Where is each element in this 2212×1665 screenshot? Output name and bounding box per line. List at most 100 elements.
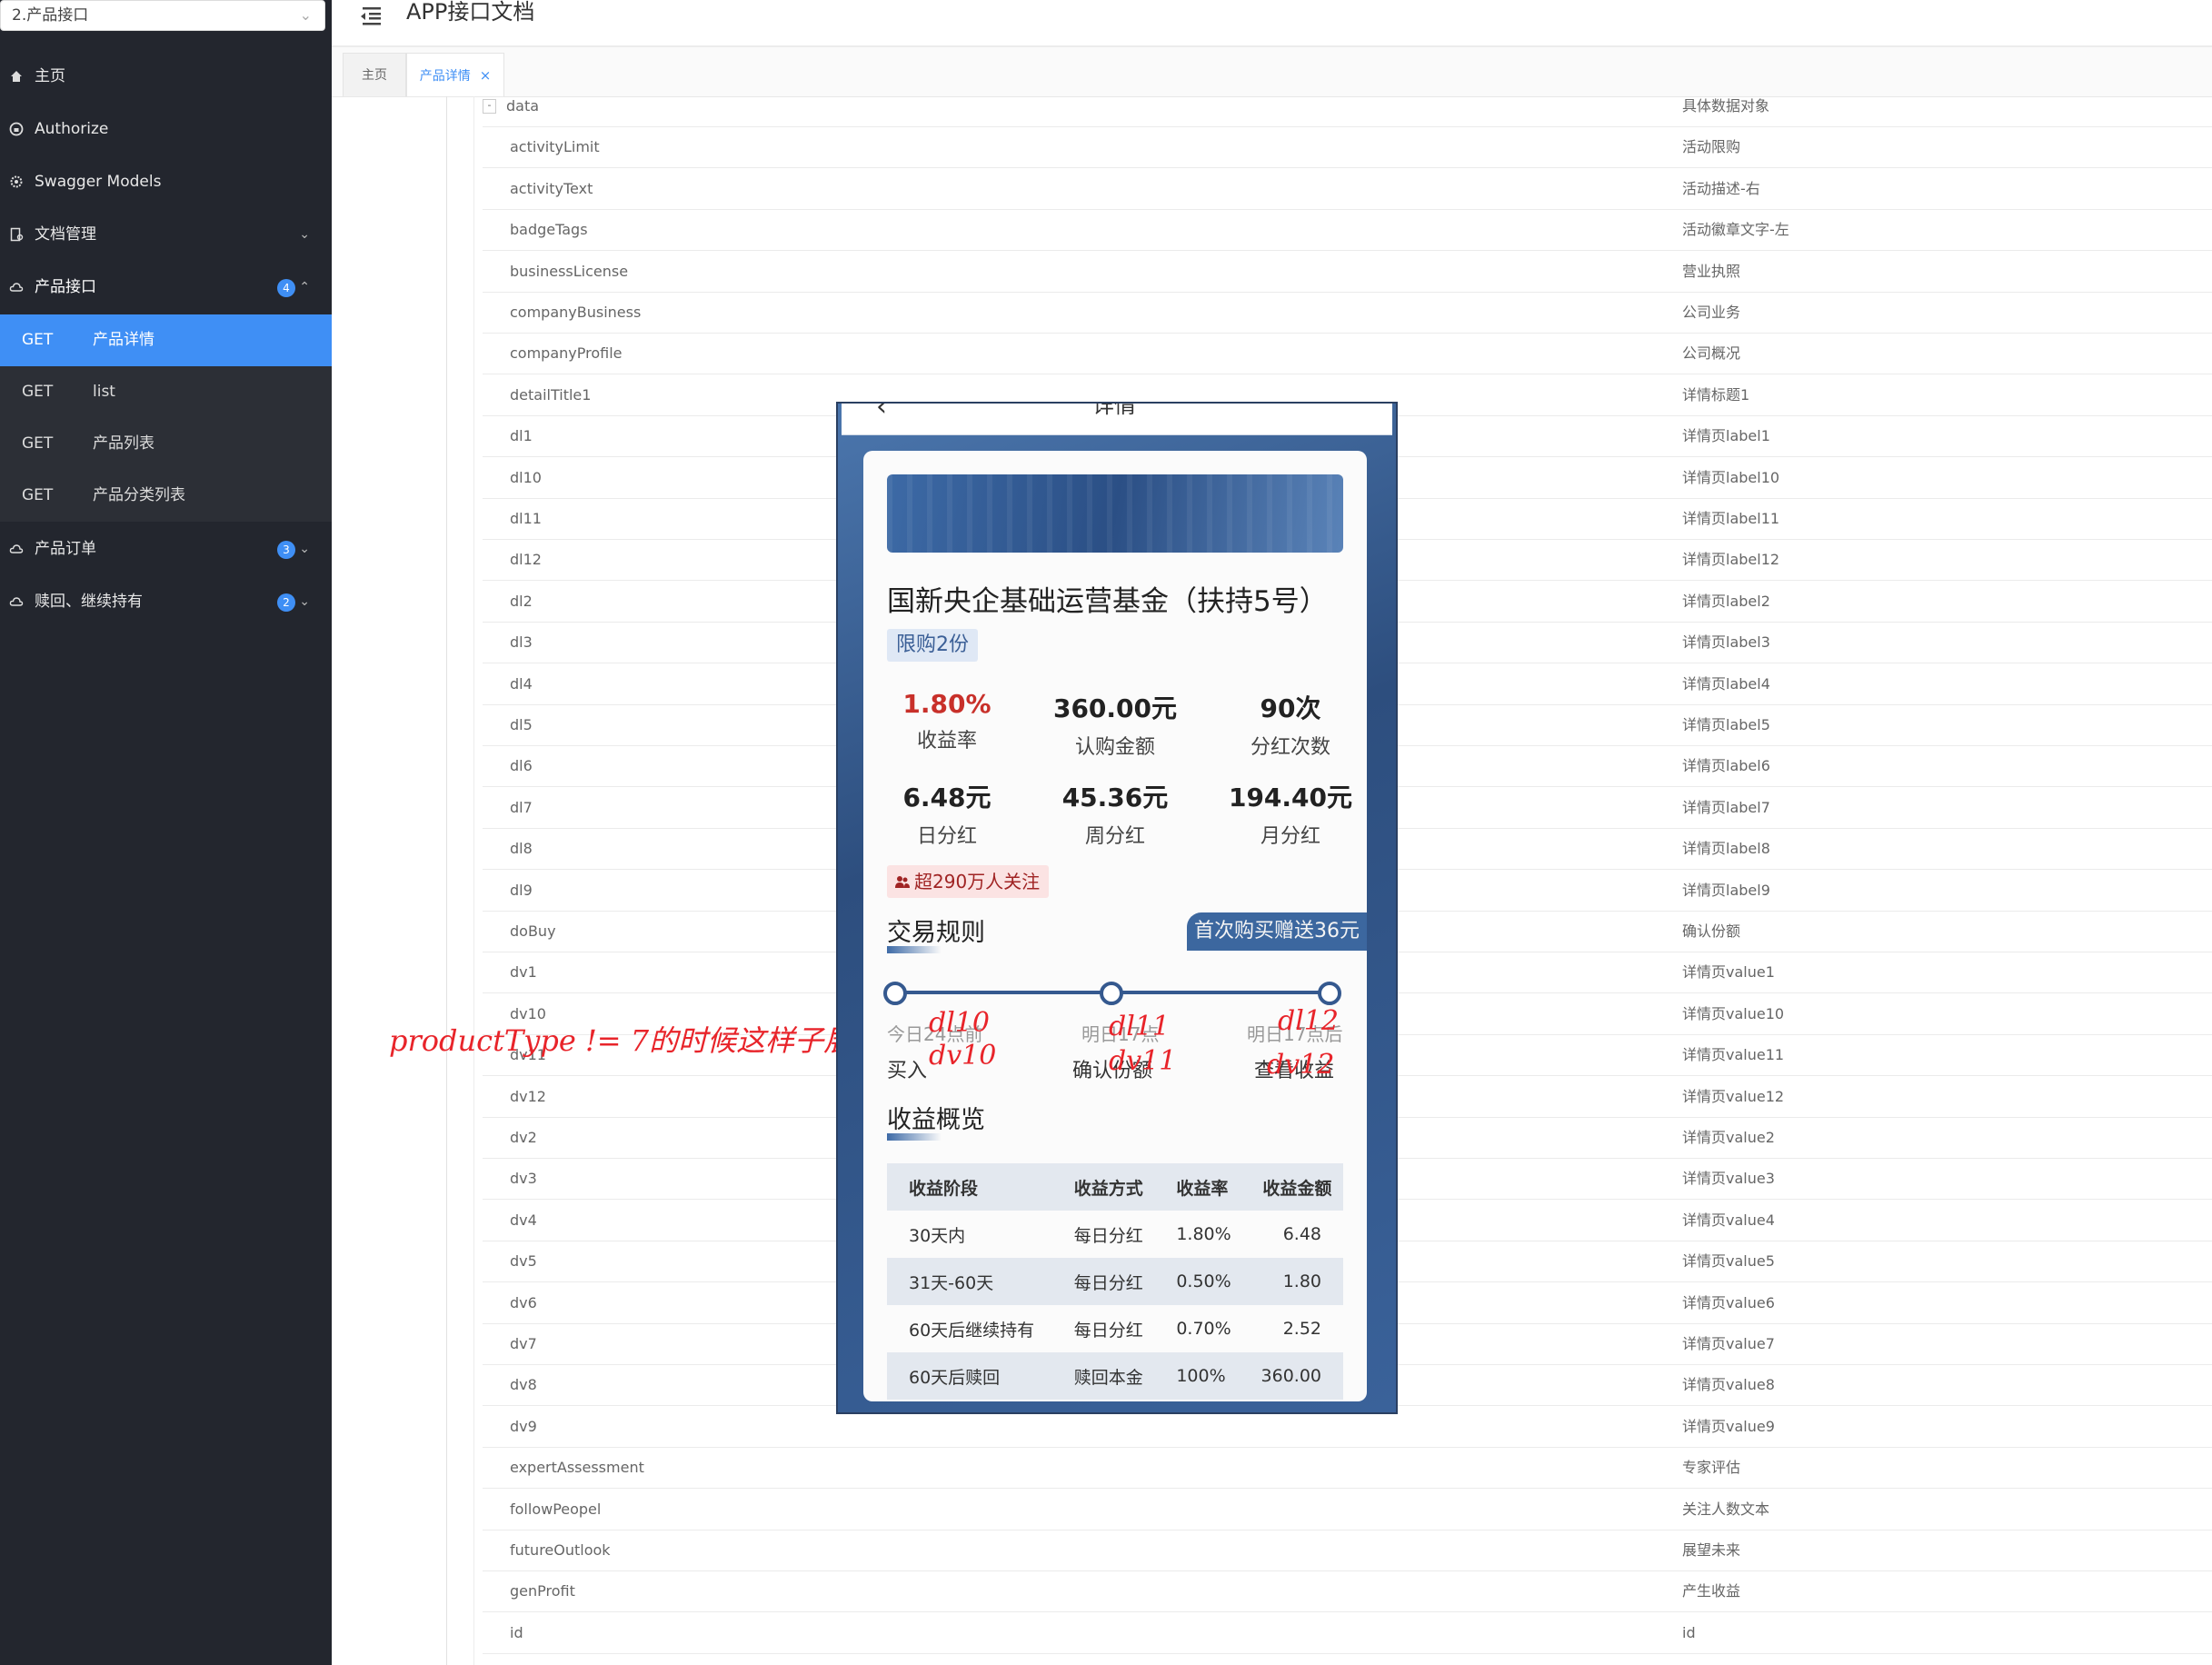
param-description: 详情页value1: [1682, 963, 1775, 982]
chevron-down-icon: ⌄: [299, 227, 310, 242]
tree-guide-line: [473, 96, 474, 1665]
income-header-row: 收益阶段 收益方式 收益率 收益金额: [887, 1163, 1343, 1211]
param-name: activityText: [510, 179, 593, 197]
income-row: 31天-60天 每日分红 0.50% 1.80: [887, 1258, 1343, 1305]
income-cell: 0.50%: [1154, 1258, 1241, 1305]
income-cell: 每日分红: [1073, 1320, 1143, 1341]
phone-title: 详情: [1092, 404, 1136, 418]
param-description: 产生收益: [1682, 1582, 1741, 1600]
param-name: followPeopel: [510, 1500, 602, 1518]
param-description: 详情页label11: [1682, 510, 1780, 527]
param-description: 详情页value9: [1682, 1417, 1775, 1435]
stat-value: 90次: [1260, 693, 1321, 723]
param-name: detailTitle1: [510, 385, 592, 404]
app-title: APP接口文档: [406, 0, 535, 25]
param-name: badgeTags: [510, 221, 588, 239]
count-badge: 2: [277, 593, 295, 612]
timeline-line: [903, 991, 1114, 994]
param-description: 详情页value8: [1682, 1376, 1775, 1394]
param-name: dv3: [510, 1170, 537, 1188]
api-item-product-list[interactable]: GET 产品列表: [0, 418, 332, 470]
handwritten-dv10: dv10: [929, 1040, 997, 1072]
param-row: companyProfile 公司概况: [483, 333, 2212, 375]
param-name: dl6: [510, 757, 533, 775]
sidebar-item-swagger-models[interactable]: Swagger Models: [0, 156, 332, 208]
param-description: 详情页value4: [1682, 1211, 1775, 1229]
sidebar-item-authorize[interactable]: Authorize: [0, 104, 332, 155]
param-description: 详情页value2: [1682, 1129, 1775, 1146]
param-name: expertAssessment: [510, 1459, 644, 1477]
api-method: GET: [22, 383, 54, 401]
api-name: 产品分类列表: [93, 486, 185, 504]
param-name: dl7: [510, 798, 533, 816]
income-header-cell: 收益率: [1154, 1163, 1241, 1211]
api-item-list[interactable]: GET list: [0, 366, 332, 418]
param-name: dl12: [510, 551, 542, 569]
sidebar-item-product-api[interactable]: 产品接口 4 ⌃: [0, 262, 332, 314]
income-row: 30天内 每日分红 1.80% 6.48: [887, 1211, 1343, 1258]
param-description: 公司业务: [1682, 304, 1741, 321]
cloud-icon: [9, 597, 24, 606]
api-item-product-detail[interactable]: GET 产品详情: [0, 314, 332, 366]
phone-screenshot: ‹ 详情 国新央企基础运营基金（扶持5号） 限购2份 1.80% 收益率 360…: [838, 404, 1396, 1412]
annotation-note: productType != 7的时候这样子展示: [389, 1023, 882, 1058]
stat-value: 6.48元: [902, 783, 991, 813]
stat-dividend-count: 90次 分红次数: [1209, 689, 1367, 760]
handwritten-dv12: dv12: [1267, 1049, 1335, 1081]
param-name: futureOutlook: [510, 1541, 611, 1559]
trade-rules-title: 交易规则: [887, 912, 985, 953]
api-method: GET: [22, 486, 54, 504]
param-name: data: [506, 97, 540, 115]
param-name: dv5: [510, 1252, 537, 1271]
income-cell: 1.80: [1241, 1258, 1343, 1305]
api-item-category-list[interactable]: GET 产品分类列表: [0, 470, 332, 522]
tab-product-detail[interactable]: 产品详情 ×: [406, 53, 504, 96]
sidebar-item-product-order[interactable]: 产品订单 3 ⌄: [0, 523, 332, 575]
param-description: 关注人数文本: [1682, 1500, 1770, 1518]
chevron-down-icon: ⌄: [299, 542, 310, 556]
income-row: 60天后赎回 赎回本金 100% 360.00: [887, 1352, 1343, 1400]
param-description: 确认份额: [1682, 922, 1741, 940]
api-method: GET: [22, 331, 54, 349]
param-description: 营业执照: [1682, 262, 1741, 280]
sidebar-item-doc-manage[interactable]: 文档管理 ⌄: [0, 209, 332, 261]
param-description: 详情页label9: [1682, 881, 1770, 899]
timeline-value: 买入: [887, 1060, 928, 1082]
income-cell: 2.52: [1282, 1319, 1321, 1339]
stat-caption: 收益率: [916, 730, 977, 753]
param-name: dl4: [510, 674, 533, 693]
promo-badge: 首次购买赠送36元: [1187, 912, 1367, 951]
tree-guide-line: [446, 96, 447, 1665]
stat-amount: 360.00元 认购金额: [1033, 689, 1197, 760]
param-description: 活动限购: [1682, 138, 1741, 156]
income-header-cell: 收益阶段: [887, 1163, 1052, 1211]
sidebar-item-home[interactable]: 主页: [0, 51, 332, 103]
param-description: 详情页label6: [1682, 757, 1770, 775]
sidebar-item-label: 主页: [35, 67, 65, 85]
param-description: 详情页value12: [1682, 1087, 1785, 1105]
param-description: 详情页label3: [1682, 633, 1770, 652]
cloud-icon: [9, 283, 24, 292]
income-table: 收益阶段 收益方式 收益率 收益金额 30天内 每日分红 1.80% 6.48 …: [887, 1163, 1343, 1400]
income-cell: 360.00: [1241, 1352, 1343, 1400]
group-select[interactable]: 2.产品接口 ⌄: [0, 0, 325, 31]
param-name: dl8: [510, 840, 533, 858]
param-name: companyBusiness: [510, 304, 642, 321]
tab-label: 产品详情: [419, 69, 471, 84]
param-name: dl11: [510, 510, 542, 527]
cloud-icon: [9, 544, 24, 553]
menu-fold-icon[interactable]: [359, 5, 383, 25]
tab-home[interactable]: 主页: [343, 53, 406, 96]
param-description: 公司概况: [1682, 344, 1741, 363]
close-icon[interactable]: ×: [480, 67, 492, 84]
sidebar-item-redeem[interactable]: 赎回、继续持有 2 ⌄: [0, 576, 332, 628]
param-description: 详情页label5: [1682, 716, 1770, 733]
sidebar-item-label: 赎回、继续持有: [35, 593, 143, 611]
home-icon: [11, 71, 22, 82]
top-bar: APP接口文档: [332, 0, 2212, 47]
collapse-toggle-icon[interactable]: -: [483, 99, 496, 114]
param-name: dv8: [510, 1376, 537, 1394]
param-description: 活动描述-右: [1682, 179, 1760, 197]
param-row: badgeTags 活动徽章文字-左: [483, 209, 2212, 252]
timeline-dot: [883, 982, 907, 1005]
